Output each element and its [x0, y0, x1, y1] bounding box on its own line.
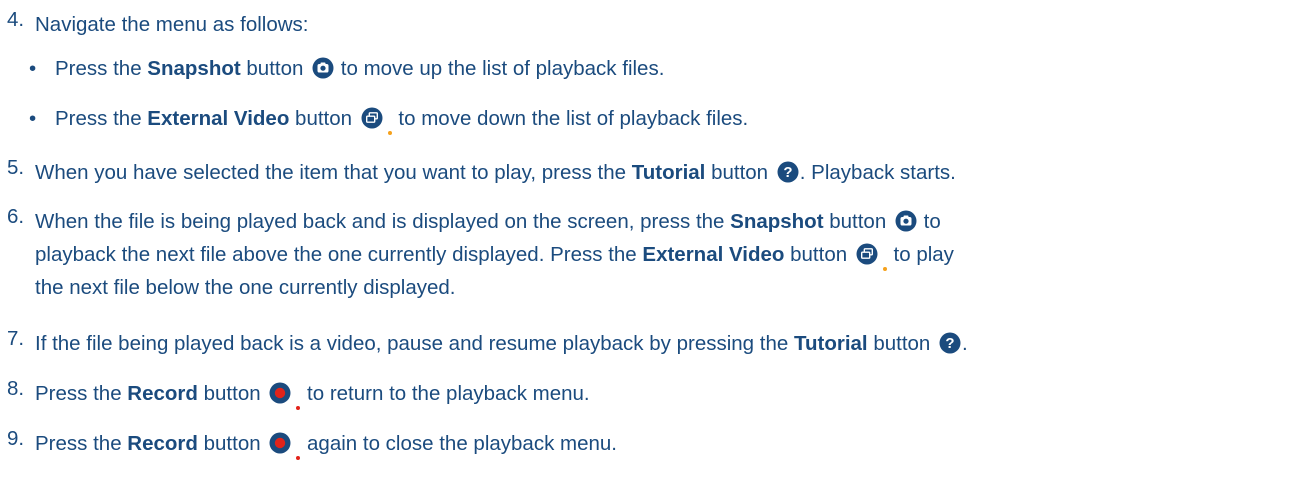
text-line: the next file below the one currently di… — [35, 276, 456, 299]
step-number: 8. — [7, 377, 25, 400]
button-name: Tutorial — [793, 332, 868, 355]
button-name: Tutorial — [631, 161, 706, 184]
button-name: Record — [127, 432, 198, 455]
record-icon — [269, 382, 301, 410]
bullet-text: Press the External Video button to move … — [55, 107, 748, 135]
text-line: When the file is being played back and i… — [35, 210, 941, 233]
svg-text:?: ? — [783, 164, 792, 181]
external-video-icon — [361, 107, 392, 135]
external-video-icon — [856, 243, 887, 271]
button-name: Snapshot — [147, 57, 241, 80]
step-number: 4. — [7, 8, 25, 31]
text-line: playback the next file above the one cur… — [35, 238, 1285, 271]
indicator-dot — [296, 456, 301, 460]
step-text: When the file is being played back and i… — [35, 205, 1285, 304]
bullet-marker: • — [29, 57, 37, 80]
button-name: External Video — [147, 107, 290, 130]
step-number: 7. — [7, 327, 25, 350]
button-name: Snapshot — [730, 210, 824, 233]
step-text: When you have selected the item that you… — [35, 161, 956, 184]
tutorial-icon: ? — [939, 332, 961, 354]
snapshot-icon — [312, 57, 334, 79]
step-number: 5. — [7, 156, 25, 179]
bullet-marker: • — [29, 107, 37, 130]
step-number: 9. — [7, 427, 25, 450]
step-text: Press the Record button to return to the… — [35, 377, 1285, 410]
indicator-dot — [387, 131, 392, 135]
step-number: 6. — [7, 205, 25, 228]
record-icon — [269, 432, 301, 460]
snapshot-icon — [895, 210, 917, 232]
indicator-dot — [882, 267, 887, 271]
button-name: Record — [127, 382, 198, 405]
tutorial-icon: ? — [777, 161, 799, 183]
svg-text:?: ? — [945, 335, 954, 352]
indicator-dot — [296, 406, 301, 410]
step-text: If the file being played back is a video… — [35, 332, 968, 355]
step-text: Press the Record button again to close t… — [35, 427, 1285, 460]
step-text: Navigate the menu as follows: — [35, 13, 309, 36]
bullet-text: Press the Snapshot button to move up the… — [55, 57, 665, 80]
button-name: External Video — [642, 243, 785, 266]
instruction-list: 4. Navigate the menu as follows: • Press… — [0, 0, 1295, 487]
